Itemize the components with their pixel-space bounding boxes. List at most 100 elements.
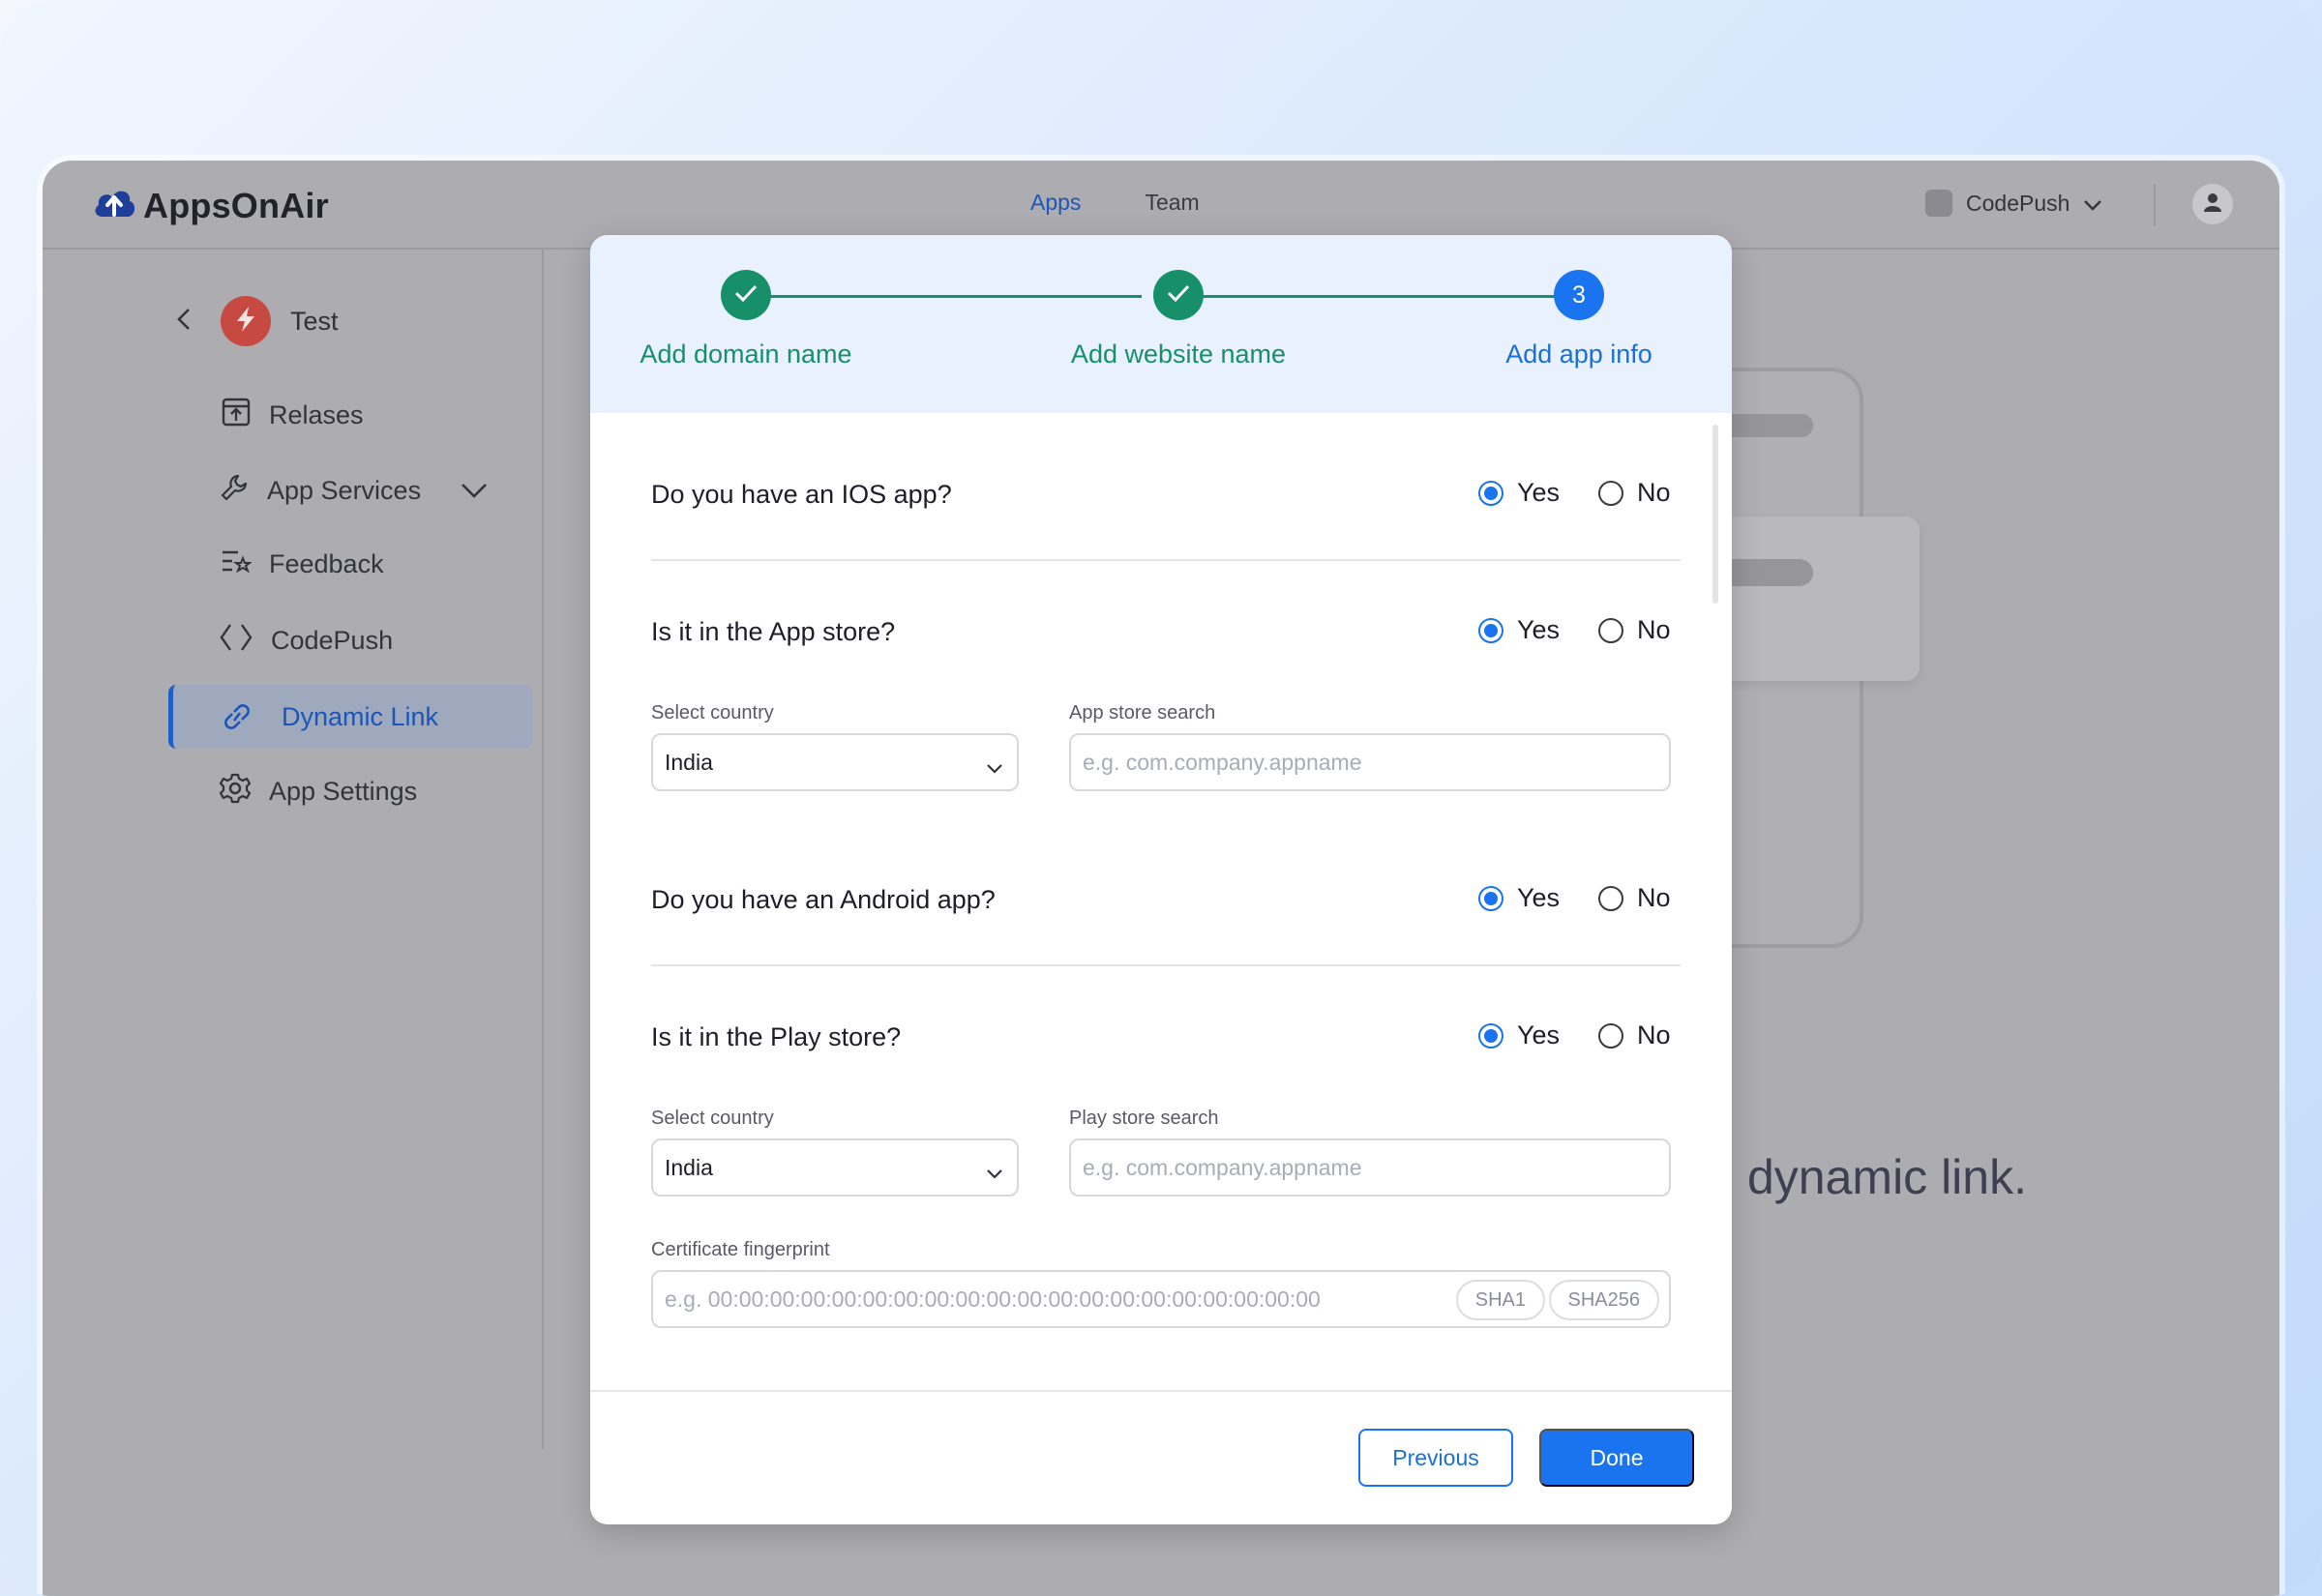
sidebar-item-codepush[interactable]: CodePush [219,622,393,660]
radio-label: Yes [1517,883,1561,912]
appstore-no-radio[interactable]: No [1598,615,1671,645]
select-value: India [665,1154,713,1180]
brand-name: AppsOnAir [143,185,329,225]
sidebar-item-dynamic-link[interactable]: Dynamic Link [168,685,532,749]
step-2-label: Add website name [1070,340,1287,369]
step-1-check [721,270,771,320]
radio-label: Yes [1517,1020,1561,1049]
sidebar-app-header: Test [176,296,339,346]
appstore-yes-radio[interactable]: Yes [1478,615,1560,645]
brand-logo[interactable]: AppsOnAir [91,184,329,227]
cloud-upload-icon [91,184,137,227]
nav-team[interactable]: Team [1145,190,1199,216]
chevron-down-icon [986,1160,1003,1186]
add-app-info-modal: 3 Add domain name Add website name Add a… [590,235,1732,1524]
chevron-down-icon [986,754,1003,781]
radio-label: Yes [1517,615,1561,644]
stepper: 3 Add domain name Add website name Add a… [590,235,1732,413]
code-brackets-icon [219,622,253,660]
feedback-list-icon [221,547,253,581]
section-divider [651,559,1681,561]
user-avatar[interactable] [2192,184,2233,224]
playstore-search-input[interactable]: e.g. com.company.appname [1069,1138,1671,1197]
playstore-yes-radio[interactable]: Yes [1478,1020,1560,1050]
playstore-search-label: Play store search [1069,1108,1219,1129]
playstore-question: Is it in the Play store? [651,1022,902,1051]
app-window: AppsOnAir Apps Team CodePush Test Relase… [43,161,2279,1596]
gear-icon [219,772,252,812]
step-3-label: Add app info [1505,340,1652,369]
check-icon [733,283,759,308]
radio-label: No [1637,1020,1671,1049]
sidebar-item-feedback[interactable]: Feedback [221,547,384,581]
done-button[interactable]: Done [1539,1429,1694,1487]
wrench-icon [219,472,250,510]
input-placeholder: e.g. com.company.appname [1083,749,1362,775]
android-country-select[interactable]: India [651,1138,1019,1197]
select-value: India [665,749,713,775]
radio-indicator [1598,885,1624,911]
ios-country-label: Select country [651,702,774,724]
android-radio-group: Yes No [1478,883,1710,913]
lightning-icon [233,305,258,339]
radio-label: Yes [1517,478,1561,507]
radio-label: No [1637,478,1671,507]
input-placeholder: e.g. 00:00:00:00:00:00:00:00:00:00:00:00… [665,1286,1321,1312]
playstore-no-radio[interactable]: No [1598,1020,1671,1050]
chevron-down-icon [2083,191,2102,217]
playstore-radio-group: Yes No [1478,1020,1710,1050]
nav-apps[interactable]: Apps [1030,190,1081,216]
link-icon [220,700,254,738]
user-icon [2201,191,2224,219]
sidebar-item-label: App Services [267,476,422,505]
radio-indicator [1598,1022,1624,1049]
fingerprint-input[interactable]: e.g. 00:00:00:00:00:00:00:00:00:00:00:00… [651,1270,1671,1328]
app-avatar [221,296,271,346]
sidebar-item-label: Relases [269,400,364,429]
ios-radio-group: Yes No [1478,478,1710,508]
ios-country-select[interactable]: India [651,733,1019,791]
top-nav: Apps Team [1030,190,1200,216]
topbar-divider [2154,184,2156,226]
sha256-chip[interactable]: SHA256 [1548,1280,1659,1320]
ios-question: Do you have an IOS app? [651,480,952,509]
radio-indicator [1478,885,1503,911]
project-selector[interactable]: CodePush [1925,190,2102,217]
sidebar-item-releases[interactable]: Relases [221,397,364,434]
sidebar-item-label: Dynamic Link [282,702,439,731]
radio-label: No [1637,615,1671,644]
appstore-search-label: App store search [1069,702,1216,724]
ios-yes-radio[interactable]: Yes [1478,478,1560,508]
android-country-label: Select country [651,1108,774,1129]
step-3-number: 3 [1554,270,1604,320]
back-chevron-icon[interactable] [176,307,192,337]
project-name: CodePush [1966,190,2070,216]
android-no-radio[interactable]: No [1598,883,1671,913]
radio-indicator [1598,617,1624,643]
app-name: Test [290,306,339,336]
previous-button[interactable]: Previous [1358,1429,1513,1487]
sha1-chip[interactable]: SHA1 [1455,1280,1545,1320]
sidebar-item-app-services[interactable]: App Services [219,472,489,510]
step-connector [755,295,1142,298]
appstore-radio-group: Yes No [1478,615,1710,645]
android-yes-radio[interactable]: Yes [1478,883,1560,913]
chevron-down-icon[interactable] [460,476,489,506]
sidebar-item-label: Feedback [269,549,384,578]
step-2-check [1153,270,1204,320]
screenshot-frame: AppsOnAir Apps Team CodePush Test Relase… [0,0,2322,1596]
step-1-label: Add domain name [640,340,852,369]
radio-label: No [1637,883,1671,912]
sidebar-item-label: App Settings [269,777,418,806]
ios-no-radio[interactable]: No [1598,478,1671,508]
project-icon [1925,190,1952,217]
android-question: Do you have an Android app? [651,885,996,914]
modal-scrollbar[interactable] [1712,425,1718,604]
sidebar-item-app-settings[interactable]: App Settings [219,772,417,812]
section-divider [651,964,1681,966]
input-placeholder: e.g. com.company.appname [1083,1154,1362,1180]
sidebar-divider [542,250,544,1449]
appstore-question: Is it in the App store? [651,617,896,646]
appstore-search-input[interactable]: e.g. com.company.appname [1069,733,1671,791]
release-box-icon [221,397,252,434]
